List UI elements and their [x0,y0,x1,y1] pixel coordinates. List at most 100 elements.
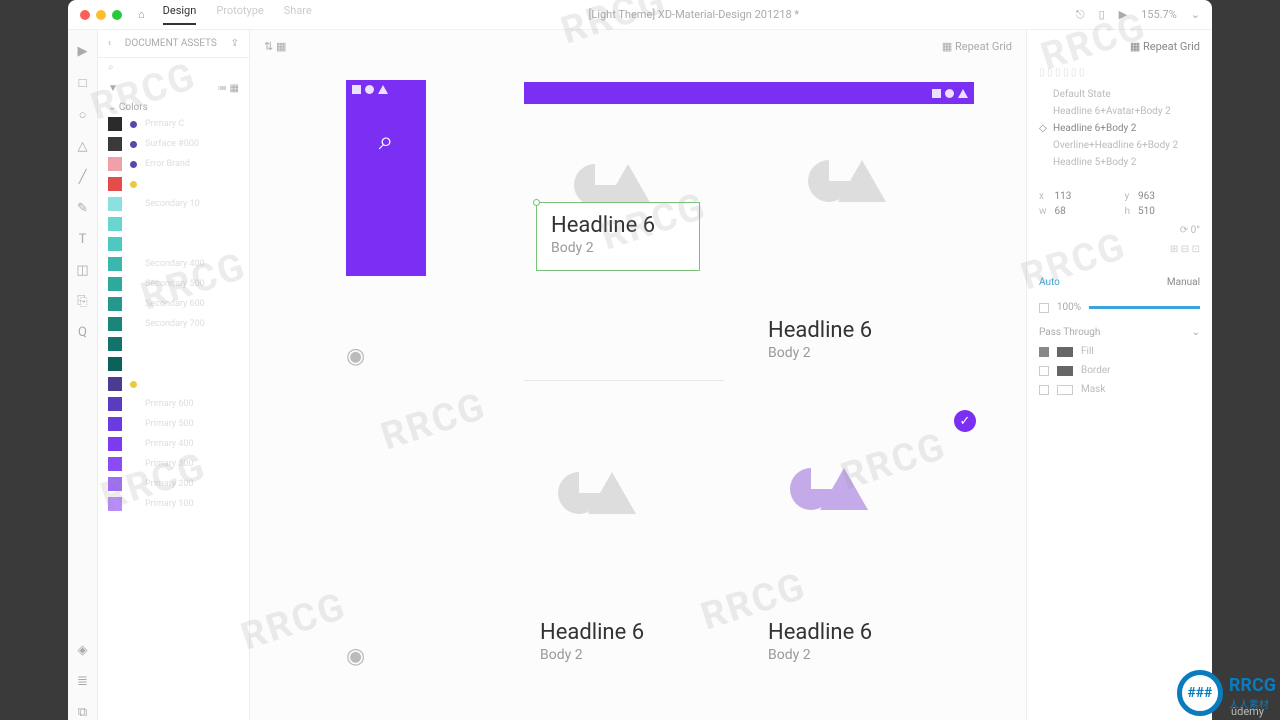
ellipse-tool-icon[interactable]: ○ [79,107,87,123]
app-bar [524,82,974,104]
zoom-level[interactable]: 155.7% [1141,8,1177,21]
color-swatch[interactable]: Secondary 500 [108,275,239,293]
text-tool-icon[interactable]: T [79,232,87,247]
assets-tool-icon[interactable]: ⎘ [77,294,87,309]
color-swatch[interactable] [108,375,239,393]
state-default[interactable]: Default State [1039,86,1200,103]
card-item[interactable]: Headline 6 Body 2 [768,318,872,361]
chevron-down-icon[interactable]: ⌄ [1192,327,1200,338]
assets-search[interactable]: ⌕ [98,58,249,77]
color-swatch[interactable]: Primary 500 [108,415,239,433]
document-title: [Light Theme] XD-Material-Design 201218 … [312,8,1076,21]
grid-icon[interactable]: ▦ [276,40,286,53]
libraries-icon[interactable]: ◈ [78,643,88,658]
select-tool-icon[interactable]: ▶ [78,44,88,59]
state-item[interactable]: Headline 6+Avatar+Body 2 [1039,103,1200,120]
zoom-tool-icon[interactable]: Q [78,325,87,340]
state-item[interactable]: Headline 6+Body 2 [1039,120,1200,137]
component-handle[interactable] [533,199,540,206]
close-icon[interactable] [80,10,90,20]
back-icon[interactable]: ‹ [108,38,111,49]
list-view-icon[interactable]: ≔ [217,83,227,94]
color-swatch[interactable]: Primary C [108,115,239,133]
mask-swatch[interactable] [1057,385,1073,395]
canvas[interactable]: ⇅ ▦ ▦ Repeat Grid ⌕ ◉ Headline 6 Body 2 [250,30,1026,720]
artboard-top-app-bar[interactable] [524,82,974,104]
y-field[interactable] [1138,191,1178,202]
border-toggle[interactable] [1039,366,1049,376]
color-swatch[interactable] [108,235,239,253]
color-swatch[interactable] [108,175,239,193]
search-icon: ⌕ [346,126,426,157]
transform-section: x y w h [1039,191,1200,217]
tab-prototype[interactable]: Prototype [216,4,263,25]
layout-mode[interactable]: AutoManual [1039,277,1200,288]
color-swatch[interactable]: Primary 200 [108,475,239,493]
rectangle-tool-icon[interactable]: □ [79,75,87,91]
maximize-icon[interactable] [112,10,122,20]
color-swatch[interactable]: Error Brand [108,155,239,173]
color-swatch[interactable]: Secondary 600 [108,295,239,313]
grid-view-icon[interactable]: ▦ [230,83,239,94]
w-field[interactable] [1055,206,1095,217]
color-swatch[interactable]: Primary 600 [108,395,239,413]
border-swatch[interactable] [1057,366,1073,376]
opacity-value[interactable]: 100% [1057,302,1081,313]
sort-icon[interactable]: ⇅ [264,40,273,53]
color-swatch[interactable]: Secondary 400 [108,255,239,273]
x-field[interactable] [1055,191,1095,202]
tab-design[interactable]: Design [163,4,197,25]
repeat-grid-button[interactable]: ▦ Repeat Grid [1039,40,1200,53]
chevron-down-icon[interactable]: ⌄ [1191,8,1200,21]
repeat-grid-button[interactable]: ▦ Repeat Grid [942,40,1012,53]
filter-icon[interactable]: ▼ [108,83,118,94]
polygon-tool-icon[interactable]: △ [78,139,88,154]
color-swatch[interactable]: Secondary 10 [108,195,239,213]
blend-mode[interactable]: Pass Through [1039,327,1100,338]
cloud-icon[interactable]: ⎋ [1076,8,1085,22]
check-icon[interactable]: ✓ [954,410,976,432]
app-window: ⌂ Design Prototype Share [Light Theme] X… [68,0,1212,720]
tab-share[interactable]: Share [284,4,312,25]
headline-text: Headline 6 [768,620,872,645]
color-swatch[interactable] [108,355,239,373]
color-swatch[interactable] [108,215,239,233]
opacity-slider[interactable] [1089,306,1200,309]
color-swatch[interactable] [108,335,239,353]
properties-panel: ▦ Repeat Grid ▯ ▯ ▯ ▯ ▯ ▯ Default State … [1026,30,1212,720]
line-tool-icon[interactable]: ╱ [79,170,87,185]
color-swatch[interactable]: Primary 100 [108,495,239,513]
artboard-tool-icon[interactable]: ◫ [76,263,88,278]
color-swatch[interactable]: Primary 300 [108,455,239,473]
fill-toggle[interactable] [1039,347,1049,357]
colors-section[interactable]: ⌄ Colors [98,100,249,115]
h-field[interactable] [1138,206,1178,217]
divider [524,380,724,381]
color-swatch[interactable]: Secondary 700 [108,315,239,333]
state-item[interactable]: Overline+Headline 6+Body 2 [1039,137,1200,154]
home-icon[interactable]: ⌂ [138,8,145,21]
device-preview-icon[interactable]: ▯ [1099,8,1105,21]
pen-tool-icon[interactable]: ✎ [77,201,88,216]
opacity-toggle[interactable] [1039,303,1049,313]
visibility-icon[interactable]: ◉ [346,344,365,369]
window-controls[interactable] [80,10,122,20]
minimize-icon[interactable] [96,10,106,20]
artboard-nav-drawer[interactable]: ⌕ [346,80,426,276]
card-item[interactable]: Headline 6 Body 2 [768,620,872,663]
align-tools[interactable]: ▯ ▯ ▯ ▯ ▯ ▯ [1039,67,1200,78]
play-icon[interactable]: ▶ [1119,8,1127,21]
fill-swatch[interactable] [1057,347,1073,357]
plugins-icon[interactable]: ⧉ [78,705,87,720]
export-icon[interactable]: ⇪ [231,38,239,49]
responsive-tools[interactable]: ⊞ ⊟ ⊡ [1039,244,1200,255]
color-swatch[interactable]: Primary 400 [108,435,239,453]
media-placeholder [558,472,636,514]
color-swatch[interactable]: Surface #000 [108,135,239,153]
card-item[interactable]: Headline 6 Body 2 [540,620,644,663]
mask-toggle[interactable] [1039,385,1049,395]
layers-icon[interactable]: ≣ [77,674,88,689]
visibility-icon[interactable]: ◉ [346,644,365,669]
selected-component[interactable]: Headline 6 Body 2 [536,202,700,271]
state-item[interactable]: Headline 5+Body 2 [1039,154,1200,171]
